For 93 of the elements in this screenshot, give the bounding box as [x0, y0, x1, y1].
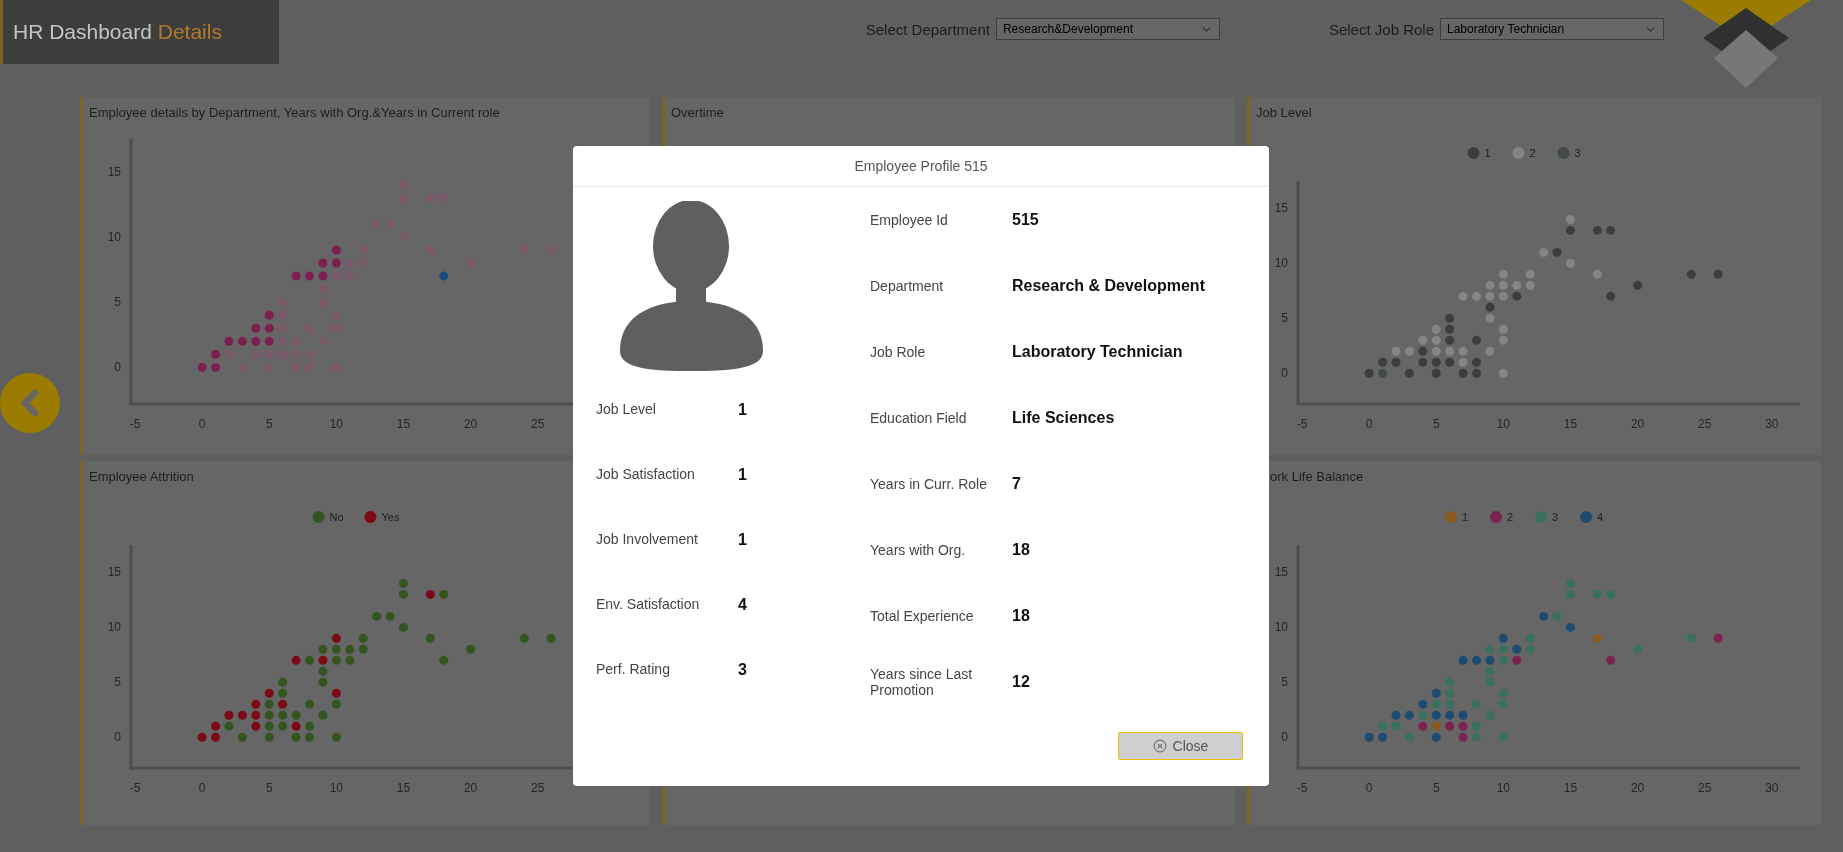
tick-label: 25	[531, 417, 545, 431]
field-value: 3	[738, 660, 747, 679]
legend-label: 3	[1552, 511, 1559, 523]
tick-label: 15	[396, 417, 411, 431]
tick-label: 15	[107, 164, 121, 179]
tick-label: 0	[1365, 417, 1373, 431]
tick-label: -5	[129, 781, 141, 795]
field-label: Job Involvement	[596, 531, 699, 548]
field-label: Job Level	[596, 401, 657, 418]
tick-label: 15	[1563, 781, 1578, 795]
field-label: Years with Org.	[870, 541, 967, 559]
panel-title: Job Level	[1256, 104, 1312, 120]
tick-label: 15	[396, 781, 411, 795]
tick-label: 30	[1765, 781, 1779, 795]
tick-label: 20	[463, 417, 478, 431]
legend-label: 2	[1529, 147, 1536, 159]
legend-label: 3	[1574, 147, 1581, 159]
legend-label: Yes	[381, 511, 400, 523]
tick-label: 10	[329, 417, 344, 431]
field-label: Employee Id	[870, 211, 949, 229]
field-label: Job Satisfaction	[596, 466, 696, 483]
tick-label: 30	[1765, 417, 1779, 431]
tick-label: 15	[107, 565, 121, 580]
tick-label: 5	[1432, 781, 1440, 795]
field-value: Life Sciences	[1012, 409, 1115, 427]
tick-label: 0	[114, 360, 121, 375]
field-value: 4	[738, 595, 747, 614]
panel-title: Overtime	[671, 104, 724, 120]
tick-label: 0	[1281, 366, 1288, 381]
tick-label: 15	[1563, 417, 1578, 431]
tick-label: 5	[114, 295, 121, 310]
field-value: 7	[1012, 475, 1021, 493]
tick-label: 5	[1281, 675, 1288, 690]
field-value: 1	[738, 465, 747, 484]
field-label: Department	[870, 277, 945, 295]
tick-label: 15	[1274, 565, 1288, 580]
tick-label: 5	[114, 675, 121, 690]
field-value: 1	[738, 400, 747, 419]
tick-label: 0	[1281, 730, 1288, 745]
field-value: 1	[738, 530, 747, 549]
tick-label: 25	[1698, 417, 1712, 431]
field-label: Perf. Rating	[596, 661, 671, 678]
tick-label: 10	[1274, 620, 1288, 635]
field-label: Years since Last Promotion	[870, 665, 974, 699]
panel-title: ork Life Balance	[1270, 468, 1364, 484]
tick-label: 25	[1698, 781, 1712, 795]
tick-label: 10	[1496, 417, 1511, 431]
tick-label: 0	[114, 730, 121, 745]
legend-label: 2	[1507, 511, 1514, 523]
tick-label: 10	[107, 229, 121, 244]
field-value: Laboratory Technician	[1012, 343, 1183, 361]
tick-label: 0	[198, 417, 206, 431]
tick-label: 25	[531, 781, 545, 795]
panel-title: Employee details by Department, Years with Org.&Years in Current role	[89, 104, 500, 120]
legend-label: No	[329, 511, 344, 523]
filter-label: Select Job Role	[1328, 20, 1434, 38]
tick-label: -5	[129, 417, 141, 431]
legend-label: 4	[1597, 511, 1604, 523]
tick-label: -5	[1296, 417, 1308, 431]
close-button[interactable]: Close	[1118, 732, 1243, 760]
tick-label: 5	[265, 417, 273, 431]
field-label: Years in Curr. Role	[870, 475, 988, 493]
field-value: 515	[1012, 211, 1039, 229]
tick-label: 5	[1432, 417, 1440, 431]
tick-label: 10	[1274, 256, 1288, 271]
tick-label: 10	[329, 781, 344, 795]
tick-label: 20	[1630, 781, 1645, 795]
field-label: Education Field	[870, 409, 968, 427]
filter-select[interactable]: Research&Development	[995, 18, 1220, 40]
tick-label: 0	[1365, 781, 1373, 795]
tick-label: 10	[1496, 781, 1511, 795]
field-label: Total Experience	[870, 607, 975, 625]
field-value: 18	[1012, 607, 1030, 625]
dialog-title: Employee Profile 515	[573, 146, 1269, 187]
tick-label: 5	[1281, 311, 1288, 326]
field-value: 12	[1012, 673, 1030, 691]
tick-label: -5	[1296, 781, 1308, 795]
legend-label: 1	[1462, 511, 1469, 523]
tick-label: 15	[1274, 201, 1288, 216]
field-value: 18	[1012, 541, 1030, 559]
tick-label: 10	[107, 620, 121, 635]
filter-label: Select Department	[865, 20, 990, 38]
filter-select[interactable]: Laboratory Technician	[1440, 18, 1664, 40]
tick-label: 0	[198, 781, 206, 795]
tick-label: 20	[1630, 417, 1645, 431]
field-value: Research & Development	[1012, 277, 1205, 295]
field-label: Job Role	[870, 343, 927, 361]
tick-label: 5	[265, 781, 273, 795]
field-label: Env. Satisfaction	[596, 596, 701, 613]
dashboard-title: HR Dashboard Details	[0, 0, 279, 64]
legend-label: 1	[1484, 147, 1491, 159]
tick-label: 20	[463, 781, 478, 795]
panel-title: Employee Attrition	[89, 468, 194, 484]
